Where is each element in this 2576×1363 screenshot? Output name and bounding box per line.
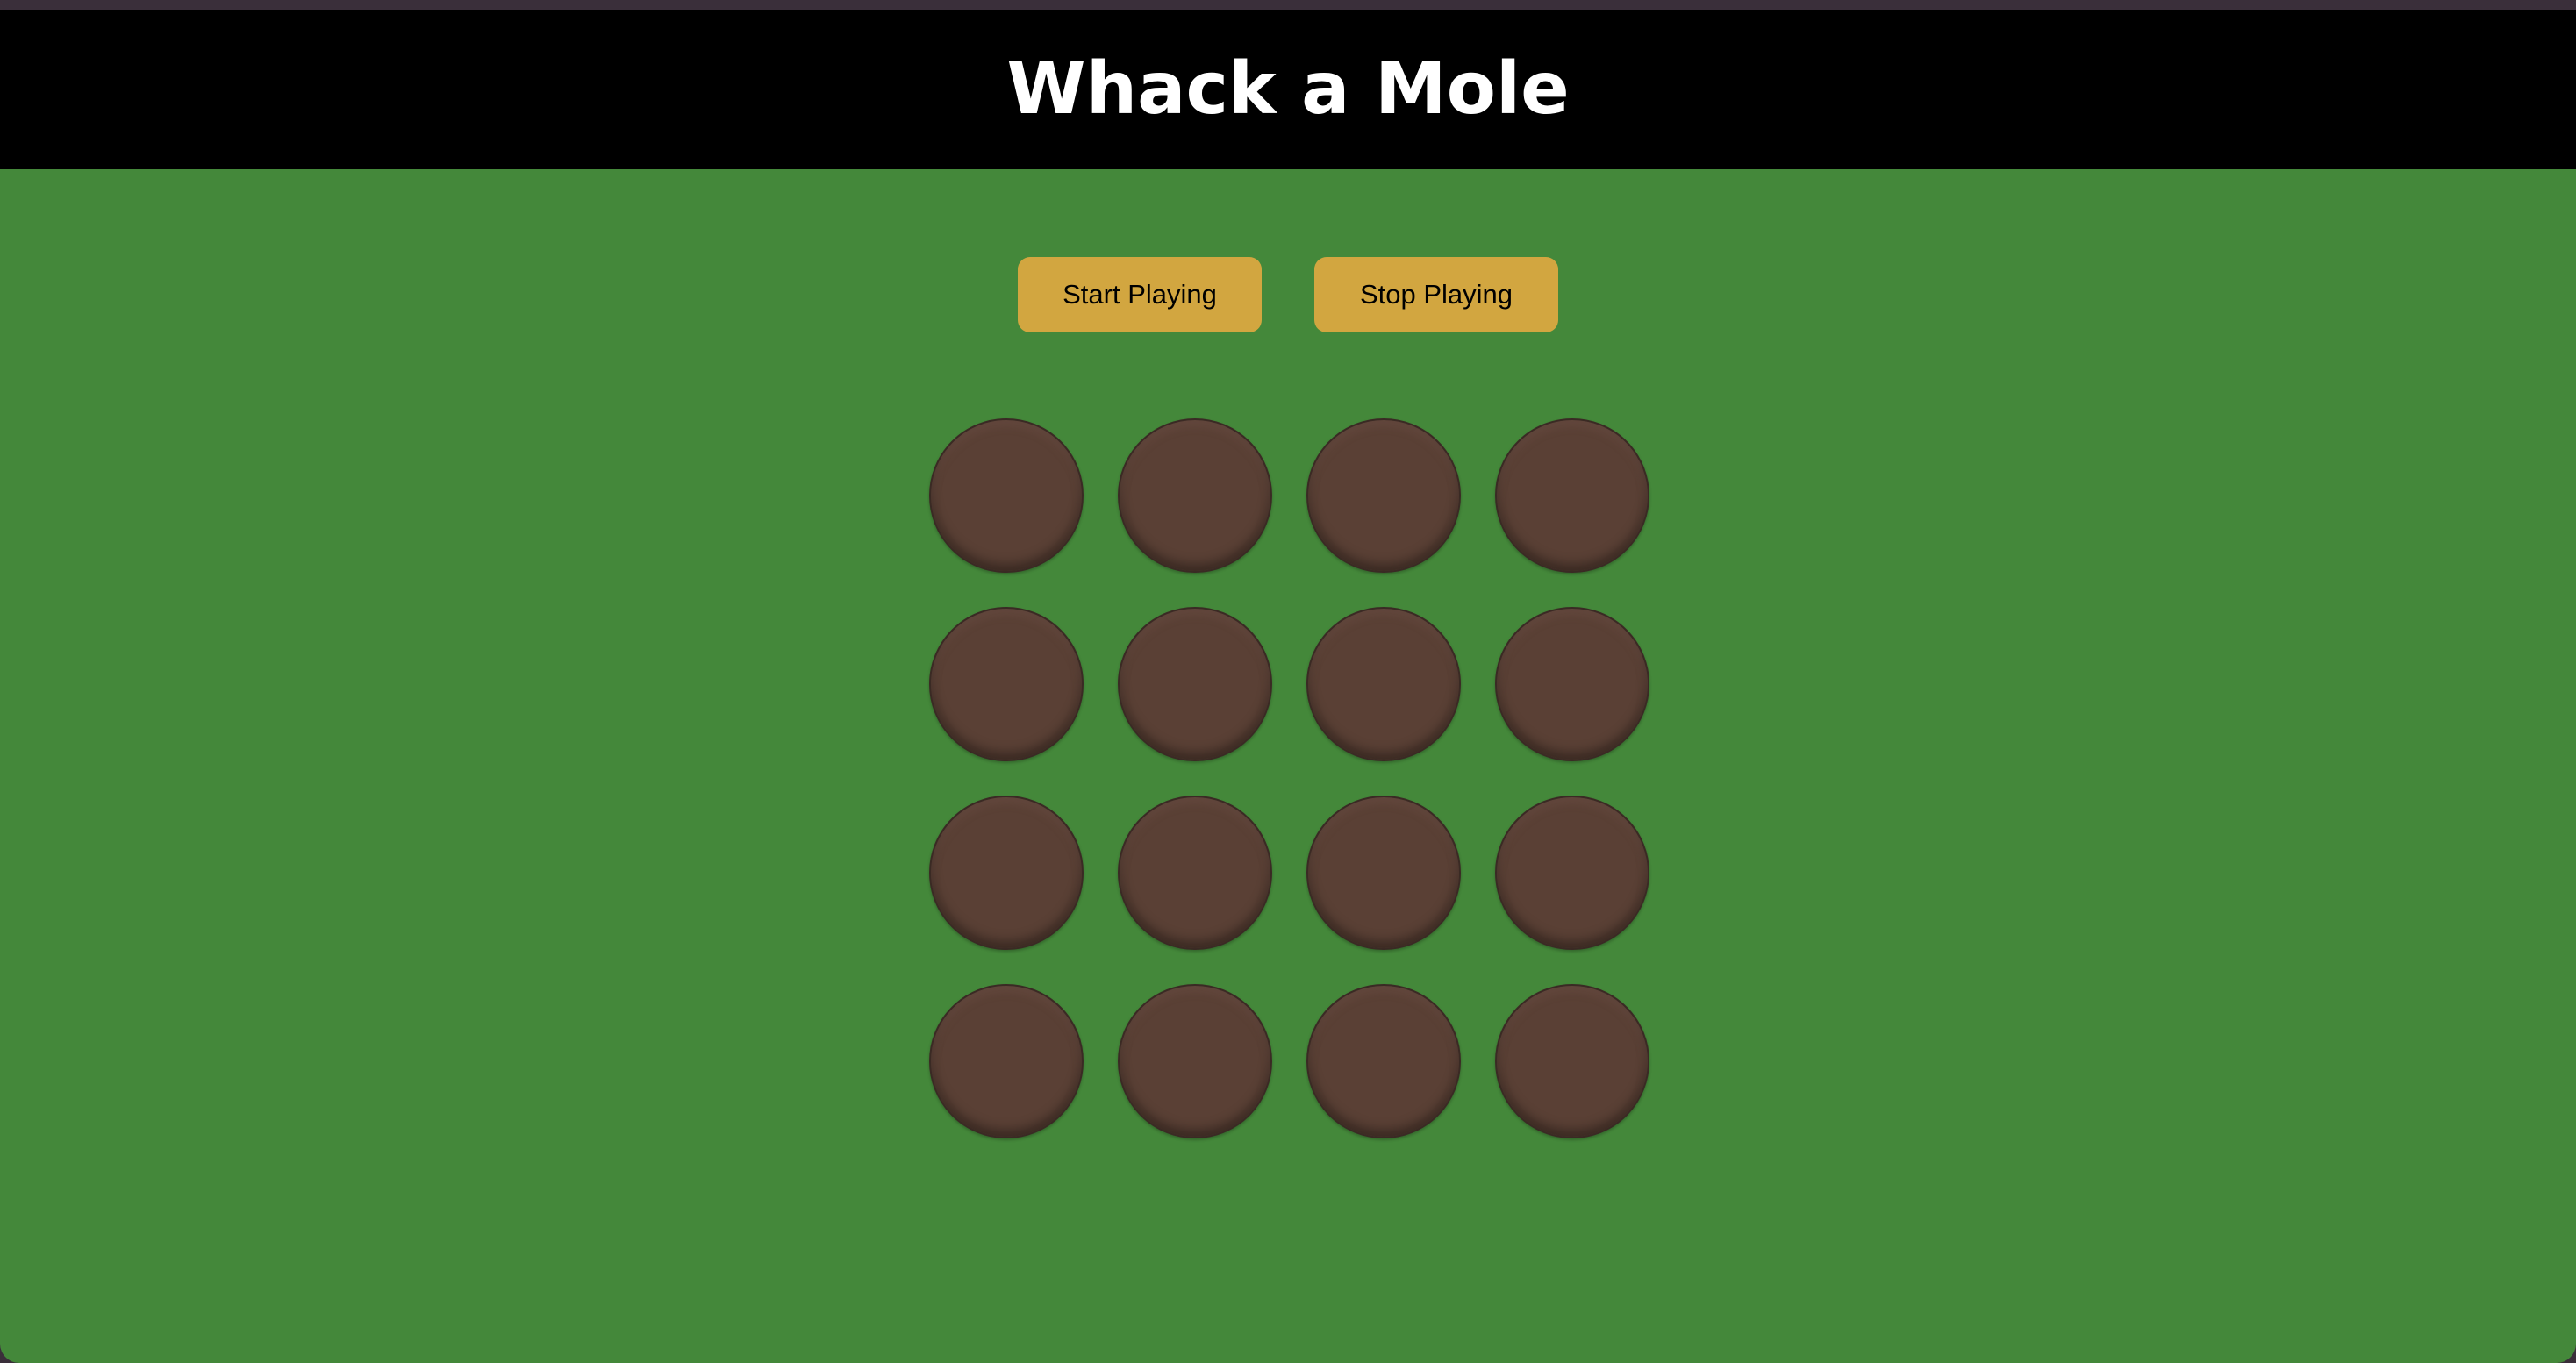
- page-title: Whack a Mole: [1006, 47, 1570, 131]
- mole-hole[interactable]: [929, 418, 1084, 573]
- mole-hole[interactable]: [1306, 418, 1461, 573]
- game-board: [929, 418, 1649, 1138]
- controls: Start Playing Stop Playing: [0, 257, 2576, 332]
- game-window: Whack a Mole Start Playing Stop Playing: [0, 10, 2576, 1363]
- mole-hole[interactable]: [1306, 607, 1461, 761]
- mole-hole[interactable]: [1306, 984, 1461, 1138]
- mole-hole[interactable]: [1118, 418, 1272, 573]
- mole-hole[interactable]: [1118, 607, 1272, 761]
- mole-hole[interactable]: [1118, 796, 1272, 950]
- mole-hole[interactable]: [1495, 796, 1649, 950]
- mole-hole[interactable]: [1495, 984, 1649, 1138]
- mole-hole[interactable]: [1118, 984, 1272, 1138]
- start-button[interactable]: Start Playing: [1018, 257, 1262, 332]
- mole-hole[interactable]: [929, 607, 1084, 761]
- mole-hole[interactable]: [1495, 607, 1649, 761]
- stop-button[interactable]: Stop Playing: [1314, 257, 1558, 332]
- mole-hole[interactable]: [1495, 418, 1649, 573]
- header-bar: Whack a Mole: [0, 10, 2576, 169]
- mole-hole[interactable]: [929, 984, 1084, 1138]
- mole-hole[interactable]: [929, 796, 1084, 950]
- mole-hole[interactable]: [1306, 796, 1461, 950]
